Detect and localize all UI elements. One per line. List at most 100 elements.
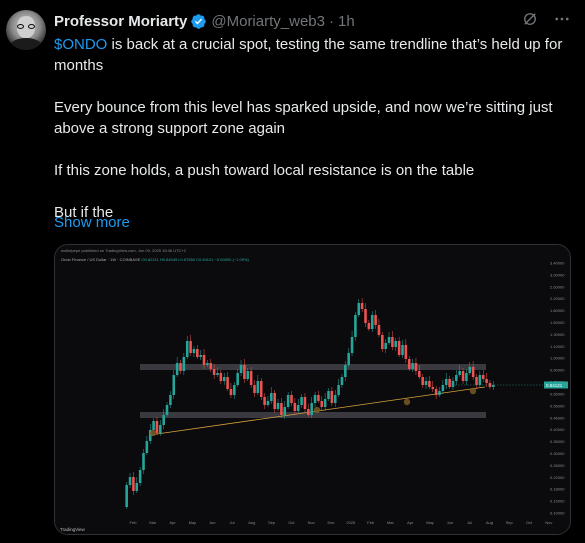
- verified-badge-icon: [191, 13, 207, 29]
- y-tick-label: 0.65000: [550, 391, 565, 396]
- tweet-actions: [521, 10, 571, 28]
- separator-dot: ·: [328, 12, 334, 30]
- author-handle[interactable]: @Moriarty_web3: [211, 13, 325, 30]
- current-price-label: 0.84121: [546, 383, 563, 388]
- y-tick-label: 0.55000: [550, 403, 565, 408]
- candle-body: [222, 377, 226, 381]
- candle-body: [216, 373, 219, 375]
- candle-body: [209, 363, 213, 369]
- y-tick-label: 2.60000: [550, 284, 565, 289]
- candle-body: [401, 345, 404, 355]
- candle-body: [421, 377, 424, 385]
- candle-body: [374, 315, 377, 325]
- y-tick-label: 0.26000: [550, 463, 565, 468]
- candle-body: [404, 345, 408, 359]
- candle-body: [411, 363, 414, 369]
- candle-body: [229, 389, 233, 395]
- candle-body: [333, 395, 337, 403]
- tweet-paragraph-4: But if the: [54, 204, 114, 221]
- x-tick-label: Apr: [169, 520, 176, 525]
- tweet-paragraph-3: If this zone holds, a push toward local …: [54, 162, 475, 179]
- candle-body: [455, 375, 458, 381]
- x-tick-label: 2025: [346, 520, 356, 525]
- candle-body: [414, 363, 418, 371]
- candle-body: [481, 375, 485, 379]
- candle-body: [286, 395, 290, 407]
- candle-body: [391, 337, 394, 347]
- candle-body: [196, 349, 199, 357]
- candle-body: [246, 371, 250, 379]
- candle-body: [182, 357, 186, 371]
- candle-body: [249, 371, 253, 385]
- candlestick-chart: 3.40000 3.00000 2.60000 2.20000 1.80000 1.500…: [125, 261, 568, 525]
- tweet-paragraph-1-text: is back at a crucial spot, testing the s…: [54, 36, 563, 74]
- x-tick-label: Oct: [526, 520, 533, 525]
- candle-body: [340, 377, 344, 385]
- candle-body: [243, 365, 246, 379]
- candle-body: [175, 363, 179, 375]
- candle-body: [155, 421, 159, 433]
- tweet-paragraph-2: Every bounce from this level has sparked…: [54, 99, 553, 137]
- candle-body: [431, 387, 435, 389]
- candle-body: [428, 381, 431, 387]
- y-tick-label: 1.00000: [550, 356, 565, 361]
- candle-body: [451, 381, 455, 387]
- x-tick-label: Jul: [467, 520, 472, 525]
- candle-body: [347, 353, 350, 365]
- candle-body: [317, 395, 320, 401]
- candle-body: [219, 373, 223, 381]
- candle-body: [172, 375, 176, 395]
- x-tick-label: Aug: [486, 520, 493, 525]
- x-tick-label: Apr: [407, 520, 414, 525]
- tweet-media-chart[interactable]: wolfofpepe published on TradingView.com,…: [54, 244, 571, 535]
- more-options-icon[interactable]: [553, 10, 571, 28]
- candle-body: [354, 315, 357, 337]
- x-tick-label: Sep: [268, 520, 276, 525]
- candle-body: [226, 377, 229, 389]
- candle-body: [128, 477, 132, 485]
- candle-body: [132, 477, 135, 491]
- candle-body: [303, 397, 307, 409]
- candle-body: [152, 421, 155, 430]
- tweet-body: $ONDO is back at a crucial spot, testing…: [54, 34, 576, 223]
- cashtag-link[interactable]: $ONDO: [54, 36, 107, 53]
- x-tick-label: Mar: [149, 520, 157, 525]
- candle-body: [233, 385, 236, 395]
- grok-icon[interactable]: [521, 10, 539, 28]
- x-tick-label: Jun: [209, 520, 215, 525]
- y-tick-label: 2.20000: [550, 296, 565, 301]
- avatar[interactable]: [6, 10, 46, 50]
- candle-body: [296, 405, 300, 411]
- x-tick-label: Sep: [506, 520, 514, 525]
- candle-body: [239, 365, 243, 373]
- candle-body: [360, 303, 364, 309]
- x-tick-label: Aug: [248, 520, 255, 525]
- candle-body: [206, 363, 209, 365]
- avatar-body: [10, 38, 42, 50]
- candle-body: [253, 385, 256, 393]
- author-name[interactable]: Professor Moriarty: [54, 13, 187, 30]
- candle-body: [142, 453, 145, 470]
- timestamp[interactable]: 1h: [338, 13, 355, 30]
- y-tick-label: 3.40000: [550, 261, 565, 266]
- y-tick-label: 0.30000: [550, 451, 565, 456]
- candle-body: [179, 363, 182, 371]
- candle-body: [192, 349, 196, 353]
- candle-body: [424, 381, 428, 385]
- candle-body: [438, 391, 441, 395]
- candle-body: [434, 389, 438, 395]
- y-tick-label: 0.15000: [550, 499, 565, 504]
- avatar-glasses: [17, 24, 35, 29]
- candle-body: [135, 483, 139, 491]
- candle-body: [444, 379, 448, 385]
- trendline-touch-marker: [313, 406, 321, 414]
- show-more-link[interactable]: Show more: [54, 214, 130, 231]
- candle-body: [350, 337, 354, 353]
- candle-body: [212, 369, 216, 375]
- candle-body: [364, 309, 367, 323]
- y-tick-label: 0.10000: [550, 511, 565, 516]
- candle-body: [441, 385, 445, 391]
- x-tick-label: Oct: [288, 520, 295, 525]
- candle-body: [276, 403, 280, 409]
- candle-body: [159, 425, 162, 433]
